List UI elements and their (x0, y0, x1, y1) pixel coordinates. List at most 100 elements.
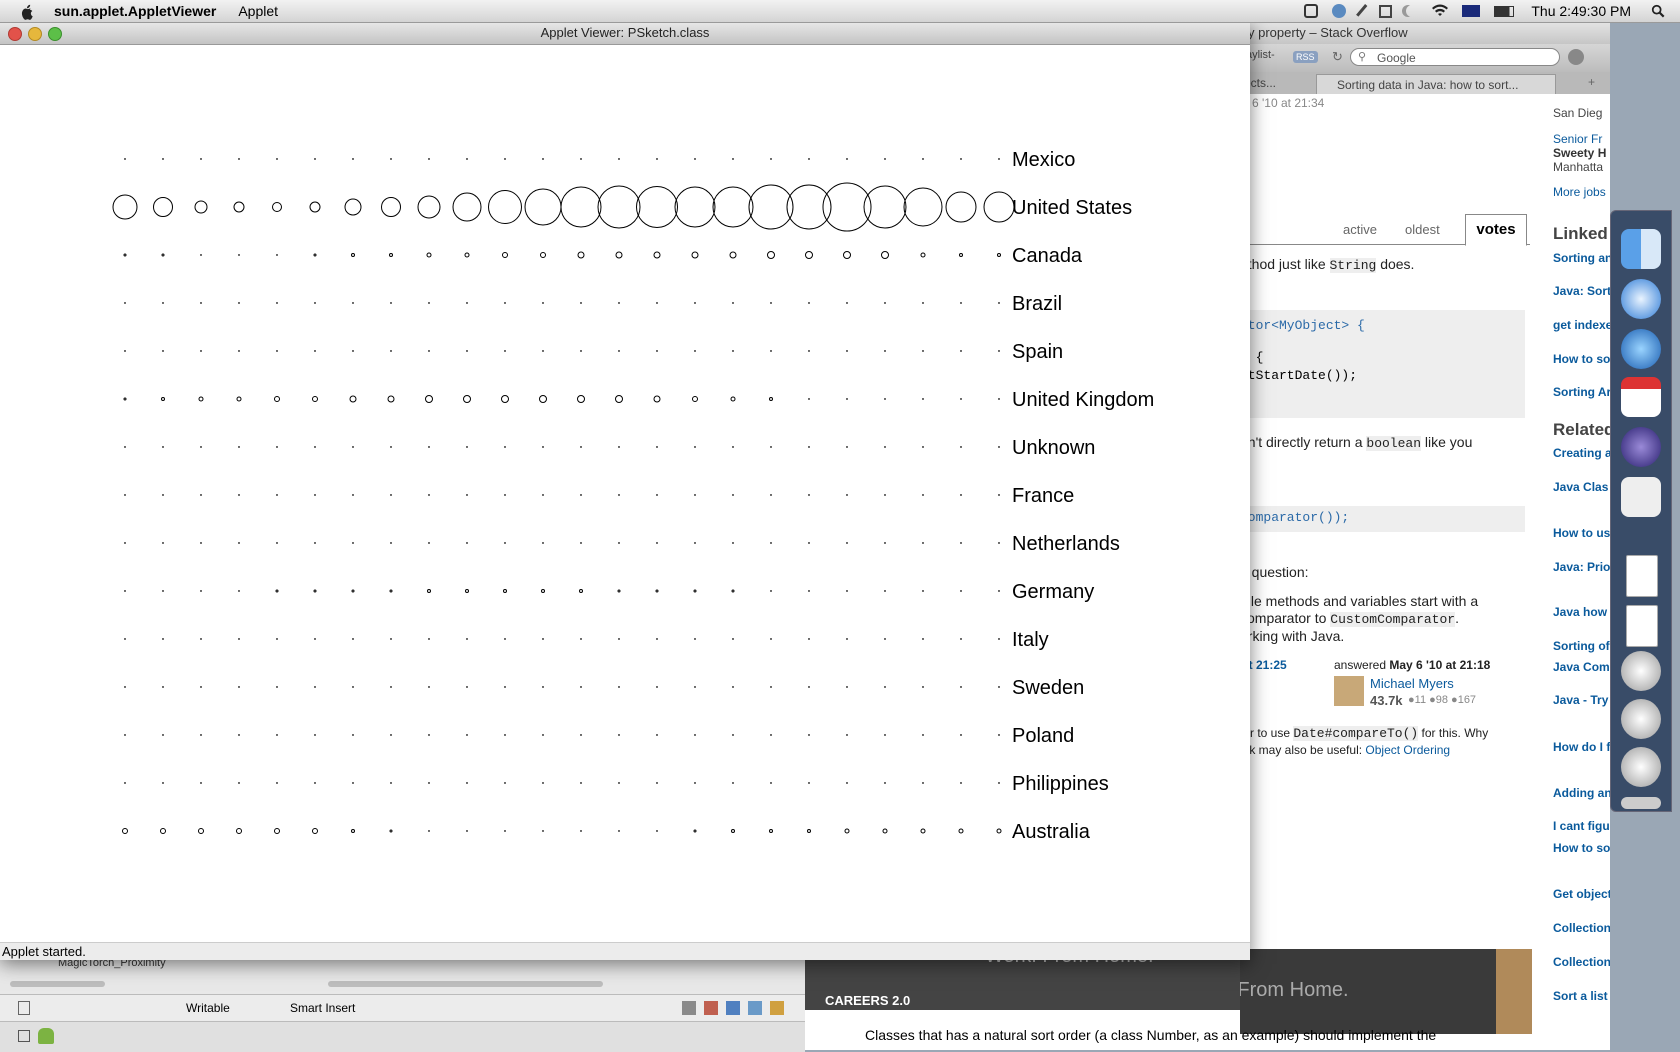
horizontal-scrollbar-right[interactable] (328, 981, 603, 987)
answered-date: May 6 '10 at 21:18 (1389, 658, 1491, 672)
document-icon[interactable] (1626, 605, 1658, 647)
data-circle (381, 197, 401, 217)
related-item[interactable]: How to so according compare a (1553, 841, 1610, 855)
user-avatar[interactable] (1334, 676, 1364, 706)
careers-banner[interactable]: Work. From Home. (1240, 949, 1532, 1034)
linked-item[interactable]: Java: Sort an object (1553, 284, 1610, 298)
data-circle (272, 202, 282, 212)
grid-status-icon[interactable] (1379, 4, 1393, 18)
status-app-icon[interactable] (1304, 4, 1319, 18)
related-item[interactable]: How do I f to correct property? (1553, 740, 1610, 754)
data-circle (238, 494, 240, 496)
browser-settings-icon[interactable] (1568, 49, 1584, 65)
related-item[interactable]: Java - Try with a cus find symb (1553, 693, 1610, 707)
data-circle (922, 782, 924, 784)
code-block-1: ator<MyObject> { ) { etStartDate()); (1240, 310, 1525, 418)
related-item[interactable]: Java Clas Generics, error (1553, 480, 1610, 494)
mail-stack-icon[interactable] (1621, 699, 1661, 739)
job-title-link[interactable]: Senior Fr (1553, 132, 1610, 146)
data-circle (194, 200, 208, 214)
data-circle (960, 686, 962, 688)
tab-sorting-data[interactable]: Sorting data in Java: how to sort... (1316, 74, 1556, 94)
data-circle (694, 350, 696, 352)
related-item[interactable]: Java: Prio incorrect c comparato (1553, 560, 1610, 574)
minimize-button[interactable] (28, 27, 42, 41)
related-item[interactable]: Get object based on (1553, 887, 1610, 901)
data-circle (960, 350, 962, 352)
horizontal-scrollbar-left[interactable] (10, 981, 105, 987)
eclipse-icon[interactable] (1621, 427, 1661, 467)
related-item[interactable]: Collection comparato (1553, 955, 1610, 969)
trash-icon[interactable] (1621, 797, 1661, 809)
toolbar-icons[interactable] (682, 1001, 792, 1015)
data-circle (922, 350, 924, 352)
related-item[interactable]: Creating a to sort a t (1553, 446, 1610, 460)
tab-votes[interactable]: votes (1465, 214, 1527, 246)
mail-stack-icon[interactable] (1621, 747, 1661, 787)
applet-titlebar[interactable]: Applet Viewer: PSketch.class (0, 22, 1250, 45)
related-item[interactable]: Java how Point obje (1553, 605, 1610, 619)
rss-button[interactable]: RSS (1293, 51, 1318, 63)
country-label: Brazil (1012, 293, 1062, 315)
related-item[interactable]: Sort a list (1553, 989, 1610, 1003)
bookmark-item[interactable]: aylist- (1246, 49, 1275, 61)
data-circle (390, 494, 392, 496)
apple-logo-icon[interactable] (18, 2, 36, 20)
related-item[interactable]: How to us sort (1553, 526, 1610, 540)
mail-stack-icon[interactable] (1621, 651, 1661, 691)
data-circle (426, 252, 432, 258)
related-item[interactable]: Sorting of (1553, 639, 1610, 653)
zoom-button[interactable] (48, 27, 62, 41)
country-label: France (1012, 485, 1074, 507)
battery-icon[interactable] (1494, 5, 1515, 17)
restore-icon[interactable] (18, 1030, 30, 1042)
data-circle (344, 198, 362, 216)
data-circle (465, 589, 469, 593)
moon-icon[interactable] (1406, 5, 1418, 17)
reload-icon[interactable]: ↻ (1332, 49, 1343, 65)
java-cup-icon[interactable] (1621, 477, 1661, 517)
more-jobs-link[interactable]: More jobs (1553, 185, 1610, 199)
answer-text-4: hile methods and variables start with a (1240, 593, 1479, 609)
finder-icon[interactable] (1621, 229, 1661, 269)
tab-oldest[interactable]: oldest (1405, 222, 1440, 237)
careers-label[interactable]: CAREERS 2.0 (825, 993, 910, 1008)
search-input[interactable]: Google (1350, 48, 1560, 66)
linked-item[interactable]: How to so name in ja (1553, 352, 1610, 366)
user-name-link[interactable]: Michael Myers (1370, 676, 1454, 691)
new-tab-icon[interactable]: + (1588, 75, 1595, 89)
linked-item[interactable]: get indexe in an array (1553, 318, 1610, 332)
data-circle (390, 158, 392, 160)
data-circle (313, 589, 317, 593)
html-document-icon[interactable] (1626, 555, 1658, 597)
app-name-menu[interactable]: sun.applet.AppletViewer (54, 3, 216, 19)
wifi-icon[interactable] (1432, 4, 1449, 18)
safari-icon[interactable] (1621, 279, 1661, 319)
itunes-icon[interactable] (1621, 329, 1661, 369)
close-button[interactable] (8, 27, 22, 41)
data-circle (352, 446, 354, 448)
status-icon[interactable] (18, 1001, 30, 1015)
data-circle (618, 494, 620, 496)
android-icon[interactable] (38, 1028, 54, 1044)
flag-australia-icon[interactable] (1462, 5, 1481, 17)
calendar-icon[interactable] (1621, 377, 1661, 417)
menu-clock[interactable]: Thu 2:49:30 PM (1531, 3, 1631, 19)
menu-applet[interactable]: Applet (238, 3, 278, 19)
related-item[interactable]: Collection custom co (1553, 921, 1610, 935)
data-circle (694, 734, 696, 736)
data-circle (770, 734, 772, 736)
linked-item[interactable]: Sorting an based on (1553, 251, 1610, 265)
data-circle (732, 638, 734, 640)
gear-status-icon[interactable] (1332, 4, 1347, 18)
related-item[interactable]: I cant figu (1553, 819, 1610, 833)
object-ordering-link[interactable]: Object Ordering (1365, 743, 1450, 757)
spotlight-icon[interactable] (1650, 4, 1666, 18)
linked-item[interactable]: Sorting Ar (1553, 385, 1610, 399)
answer-code-5: CustomComparator (1330, 612, 1456, 627)
data-circle (352, 734, 354, 736)
related-item[interactable]: Adding an in the corr (1553, 786, 1610, 800)
wrench-icon[interactable] (1356, 4, 1370, 18)
related-item[interactable]: Java Com arrays (1553, 660, 1610, 674)
tab-active[interactable]: active (1343, 222, 1377, 237)
